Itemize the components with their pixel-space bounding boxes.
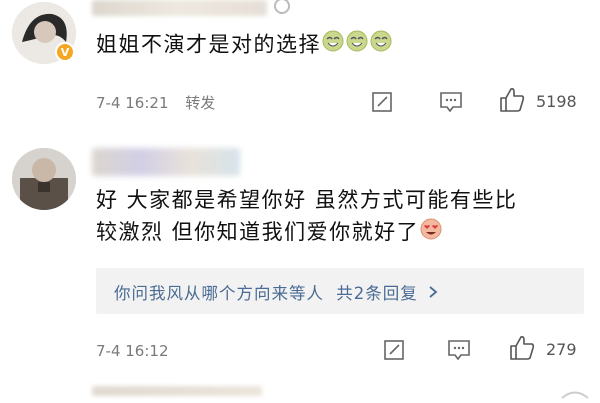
comment-item: V 姐姐不演才是对的选择 7-4 16:21 转发 5198	[0, 0, 600, 128]
comment-text-line-1: 好 大家都是希望你好 虽然方式可能有些比	[96, 188, 518, 212]
comment-text: 姐姐不演才是对的选择	[96, 28, 393, 63]
comment-text: 好 大家都是希望你好 虽然方式可能有些比 较激烈 但你知道我们爱你就好了	[96, 184, 586, 250]
svg-text:V: V	[61, 46, 70, 59]
verified-badge-icon: V	[55, 42, 75, 62]
avatar[interactable]	[12, 148, 76, 210]
like-icon[interactable]	[508, 334, 536, 362]
edit-icon[interactable]	[382, 338, 406, 362]
heart-eyes-face-icon	[419, 217, 443, 250]
bottom-name-blur	[92, 386, 262, 396]
comment-text-content: 姐姐不演才是对的选择	[96, 32, 321, 57]
edit-icon[interactable]	[370, 90, 394, 114]
timestamp: 7-4 16:21	[96, 94, 169, 112]
forward-link[interactable]: 转发	[185, 94, 215, 112]
reply-summary-box[interactable]: 你问我风从哪个方向来等人 共2条回复	[96, 268, 584, 314]
comment-time: 7-4 16:21 转发	[96, 92, 215, 113]
like-count: 279	[546, 340, 577, 359]
timestamp: 7-4 16:12	[96, 342, 169, 360]
chevron-right-icon	[428, 284, 438, 303]
comment-icon[interactable]	[438, 90, 464, 114]
bottom-more-icon	[560, 384, 590, 399]
comment-item: 好 大家都是希望你好 虽然方式可能有些比 较激烈 但你知道我们爱你就好了 你问我…	[0, 140, 600, 370]
laughing-face-icon	[321, 28, 393, 63]
comment-icon[interactable]	[446, 338, 472, 362]
reply-summary[interactable]: 你问我风从哪个方向来等人 共2条回复	[114, 280, 438, 304]
name-blur	[92, 148, 240, 176]
reply-count: 共2条回复	[336, 284, 418, 303]
reply-users: 你问我风从哪个方向来等人	[114, 284, 324, 303]
comment-text-line-2: 较激烈 但你知道我们爱你就好了	[96, 216, 586, 250]
like-icon[interactable]	[498, 86, 526, 114]
like-count: 5198	[536, 92, 577, 111]
comment-time: 7-4 16:12	[96, 342, 169, 360]
